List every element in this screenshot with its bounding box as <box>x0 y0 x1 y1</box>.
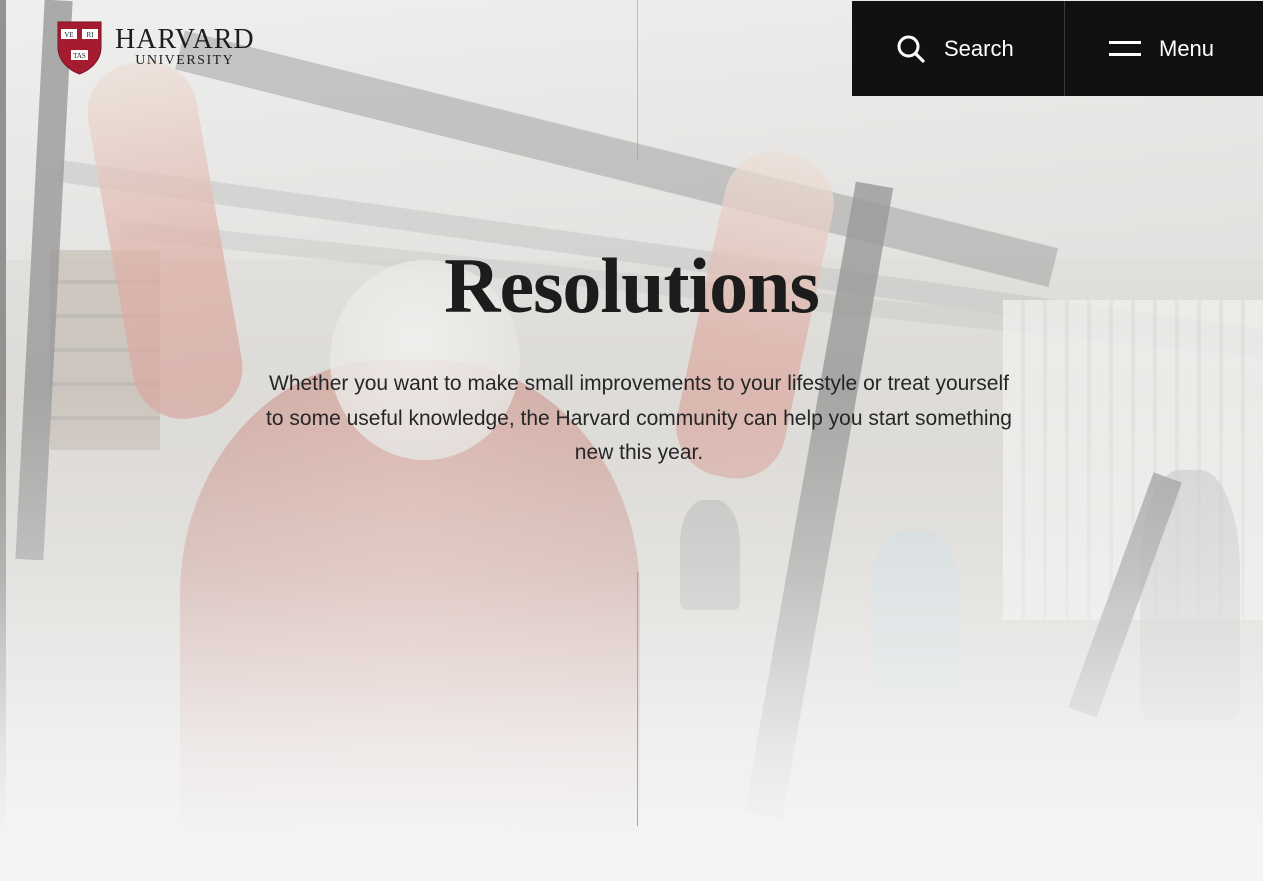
menu-label: Menu <box>1159 35 1215 61</box>
divider-line <box>637 0 638 160</box>
harvard-shield-icon: VE RI TAS <box>57 21 102 75</box>
search-label: Search <box>944 35 1014 61</box>
intro-text: Whether you want to make small improveme… <box>266 372 1012 464</box>
top-navigation: Search Menu <box>852 1 1263 96</box>
search-icon <box>896 34 926 64</box>
logo-name: HARVARD <box>115 24 255 55</box>
logo-wordmark: HARVARD UNIVERSITY <box>115 24 255 69</box>
shield-text-ve: VE <box>64 31 73 39</box>
menu-button[interactable]: Menu <box>1065 1 1263 96</box>
harvard-logo[interactable]: VE RI TAS HARVARD UNIVERSITY <box>57 21 255 75</box>
shield-text-tas: TAS <box>73 52 86 60</box>
logo-subtitle: UNIVERSITY <box>135 53 235 68</box>
page-title: Resolutions <box>444 242 820 329</box>
search-button[interactable]: Search <box>852 1 1065 96</box>
shield-text-ri: RI <box>87 31 95 39</box>
hamburger-menu-icon <box>1109 39 1141 59</box>
divider-line <box>637 572 638 826</box>
